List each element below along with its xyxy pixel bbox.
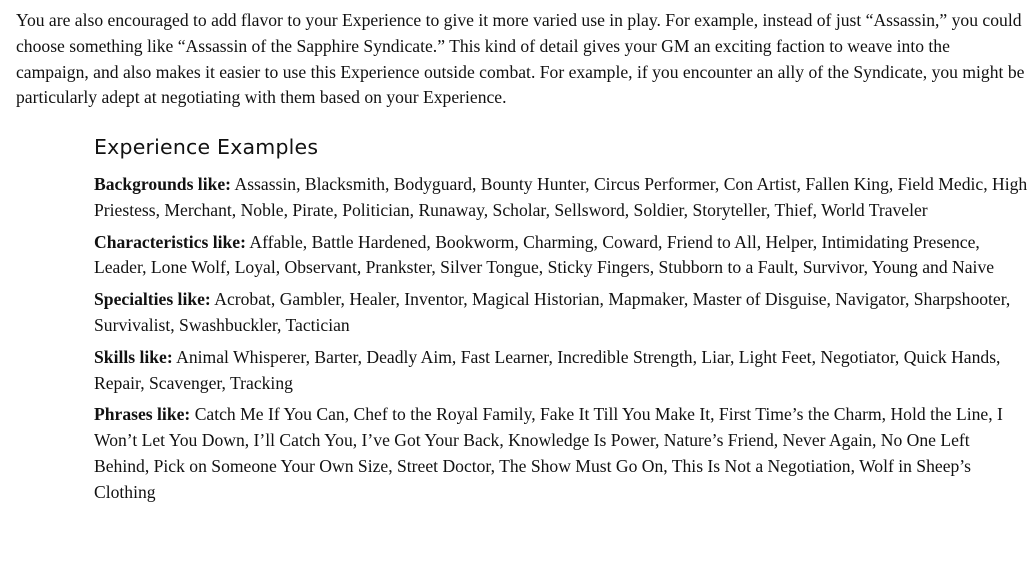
example-phrases: Phrases like: Catch Me If You Can, Chef … [94,402,1028,505]
example-text: Animal Whisperer, Barter, Deadly Aim, Fa… [94,346,1001,393]
intro-paragraph: You are also encouraged to add flavor to… [16,10,1025,108]
example-characteristics: Characteristics like: Affable, Battle Ha… [94,230,1028,282]
example-specialties: Specialties like: Acrobat, Gambler, Heal… [94,287,1028,339]
example-label: Backgrounds like: [94,174,232,194]
section-heading: Experience Examples [94,135,319,159]
experience-examples-section: Experience Examples Backgrounds like: As… [94,130,1028,512]
example-label: Skills like: [94,346,173,367]
example-skills: Skills like: Animal Whisperer, Barter, D… [94,345,1028,397]
example-text: Assassin, Blacksmith, Bodyguard, Bounty … [94,174,1028,220]
example-text: Acrobat, Gambler, Healer, Inventor, Magi… [94,289,1011,335]
example-backgrounds: Backgrounds like: Assassin, Blacksmith, … [94,172,1028,224]
example-label: Phrases like: [94,404,191,425]
example-text: Catch Me If You Can, Chef to the Royal F… [94,404,1003,502]
example-label: Specialties like: [94,289,211,310]
example-label: Characteristics like: [94,231,246,252]
